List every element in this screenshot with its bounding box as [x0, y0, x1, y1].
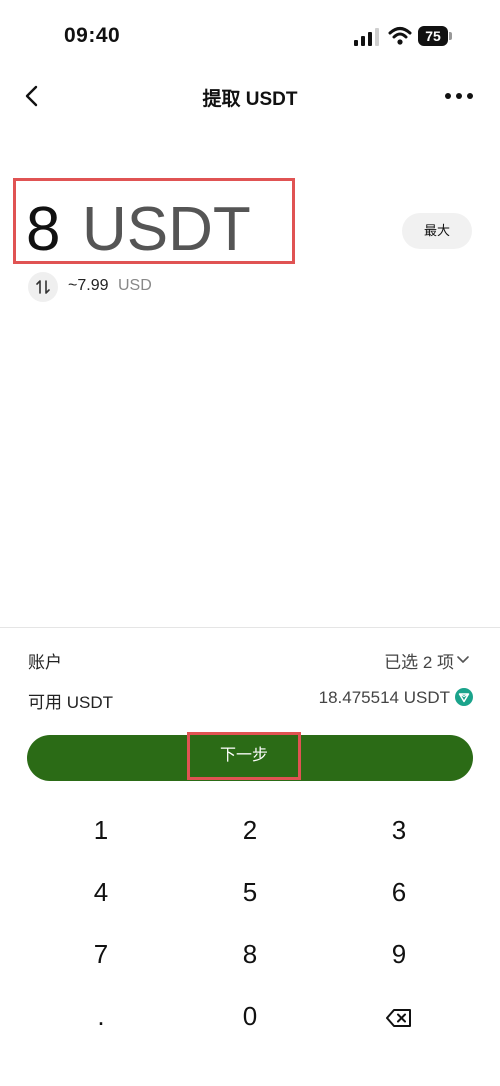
account-label: 账户: [28, 653, 62, 672]
next-step-label[interactable]: 下一步: [187, 732, 301, 780]
tron-icon: [455, 688, 473, 706]
available-balance: 18.475514 USDT: [318, 688, 450, 707]
battery-icon: 75: [418, 26, 454, 46]
key-0[interactable]: 0: [190, 990, 310, 1042]
section-divider: [0, 627, 500, 628]
approx-currency: USD: [118, 277, 152, 294]
key-1[interactable]: 1: [41, 804, 161, 856]
key-4[interactable]: 4: [41, 866, 161, 918]
key-6[interactable]: 6: [339, 866, 459, 918]
chevron-down-icon[interactable]: [456, 652, 470, 666]
available-label: 可用 USDT: [28, 693, 113, 712]
approx-value: ~7.99: [68, 277, 109, 294]
cellular-signal-icon: [354, 28, 379, 46]
key-7[interactable]: 7: [41, 928, 161, 980]
key-decimal[interactable]: .: [41, 990, 161, 1042]
backspace-icon: [386, 1009, 411, 1028]
account-selector[interactable]: 已选 2 项: [384, 648, 454, 673]
swap-vertical-icon: [36, 280, 50, 294]
max-button[interactable]: 最大: [402, 213, 472, 249]
page-title: 提取 USDT: [202, 89, 298, 110]
status-time: 09:40: [64, 24, 121, 47]
amount-value[interactable]: 8: [26, 194, 60, 266]
key-3[interactable]: 3: [339, 804, 459, 856]
key-5[interactable]: 5: [190, 866, 310, 918]
backspace-key[interactable]: [339, 990, 459, 1042]
more-options-icon[interactable]: [444, 92, 474, 100]
currency-swap-button[interactable]: [28, 272, 58, 302]
key-2[interactable]: 2: [190, 804, 310, 856]
key-9[interactable]: 9: [339, 928, 459, 980]
amount-unit: USDT: [82, 195, 251, 264]
key-8[interactable]: 8: [190, 928, 310, 980]
battery-level: 75: [418, 26, 448, 46]
wifi-icon: [388, 27, 412, 45]
